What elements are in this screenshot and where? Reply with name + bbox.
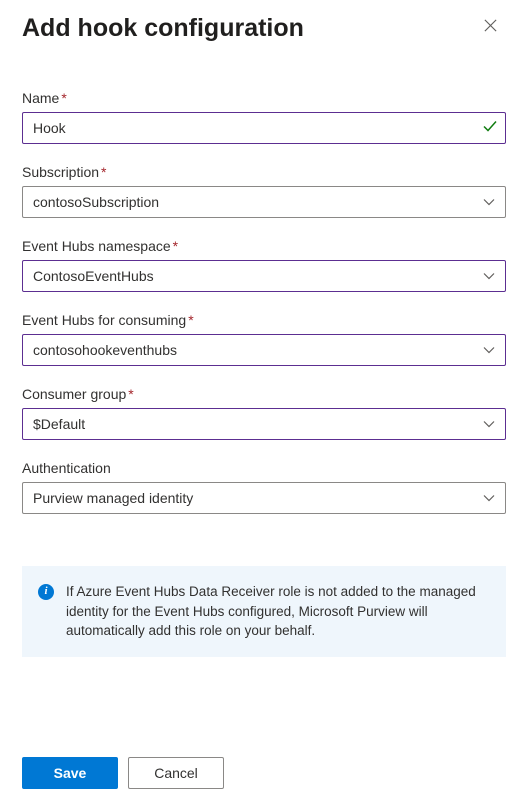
required-star: * (101, 164, 106, 180)
namespace-value: ContosoEventHubs (23, 268, 473, 284)
chevron-down-icon (473, 196, 505, 208)
add-hook-panel: Add hook configuration Name* (0, 0, 528, 807)
authentication-value: Purview managed identity (23, 490, 473, 506)
chevron-down-icon (473, 344, 505, 356)
chevron-down-icon (473, 418, 505, 430)
chevron-down-icon (473, 270, 505, 282)
field-consumer-group: Consumer group* $Default (22, 386, 506, 440)
consumer-group-select[interactable]: $Default (22, 408, 506, 440)
consumer-group-value: $Default (23, 416, 473, 432)
required-star: * (188, 312, 193, 328)
close-icon (483, 18, 498, 38)
info-message-text: If Azure Event Hubs Data Receiver role i… (66, 582, 490, 641)
consuming-select[interactable]: contosohookeventhubs (22, 334, 506, 366)
field-label-namespace: Event Hubs namespace* (22, 238, 506, 254)
subscription-select[interactable]: contosoSubscription (22, 186, 506, 218)
field-label-name: Name* (22, 90, 506, 106)
field-name: Name* (22, 90, 506, 144)
panel-footer: Save Cancel (22, 741, 506, 789)
field-label-authentication: Authentication (22, 460, 506, 476)
close-button[interactable] (474, 12, 506, 44)
field-subscription: Subscription* contosoSubscription (22, 164, 506, 218)
panel-header: Add hook configuration (22, 12, 506, 44)
field-consuming: Event Hubs for consuming* contosohookeve… (22, 312, 506, 366)
name-input-wrap (22, 112, 506, 144)
authentication-select[interactable]: Purview managed identity (22, 482, 506, 514)
info-icon: i (38, 584, 54, 600)
required-star: * (173, 238, 178, 254)
field-label-subscription: Subscription* (22, 164, 506, 180)
required-star: * (128, 386, 133, 402)
save-button[interactable]: Save (22, 757, 118, 789)
cancel-button[interactable]: Cancel (128, 757, 224, 789)
namespace-select[interactable]: ContosoEventHubs (22, 260, 506, 292)
panel-title: Add hook configuration (22, 14, 304, 43)
info-message-box: i If Azure Event Hubs Data Receiver role… (22, 566, 506, 657)
field-label-consumer-group: Consumer group* (22, 386, 506, 402)
field-label-consuming: Event Hubs for consuming* (22, 312, 506, 328)
field-namespace: Event Hubs namespace* ContosoEventHubs (22, 238, 506, 292)
field-authentication: Authentication Purview managed identity (22, 460, 506, 514)
required-star: * (61, 90, 66, 106)
subscription-value: contosoSubscription (23, 194, 473, 210)
consuming-value: contosohookeventhubs (23, 342, 473, 358)
checkmark-icon (482, 118, 498, 139)
chevron-down-icon (473, 492, 505, 504)
name-input[interactable] (22, 112, 506, 144)
